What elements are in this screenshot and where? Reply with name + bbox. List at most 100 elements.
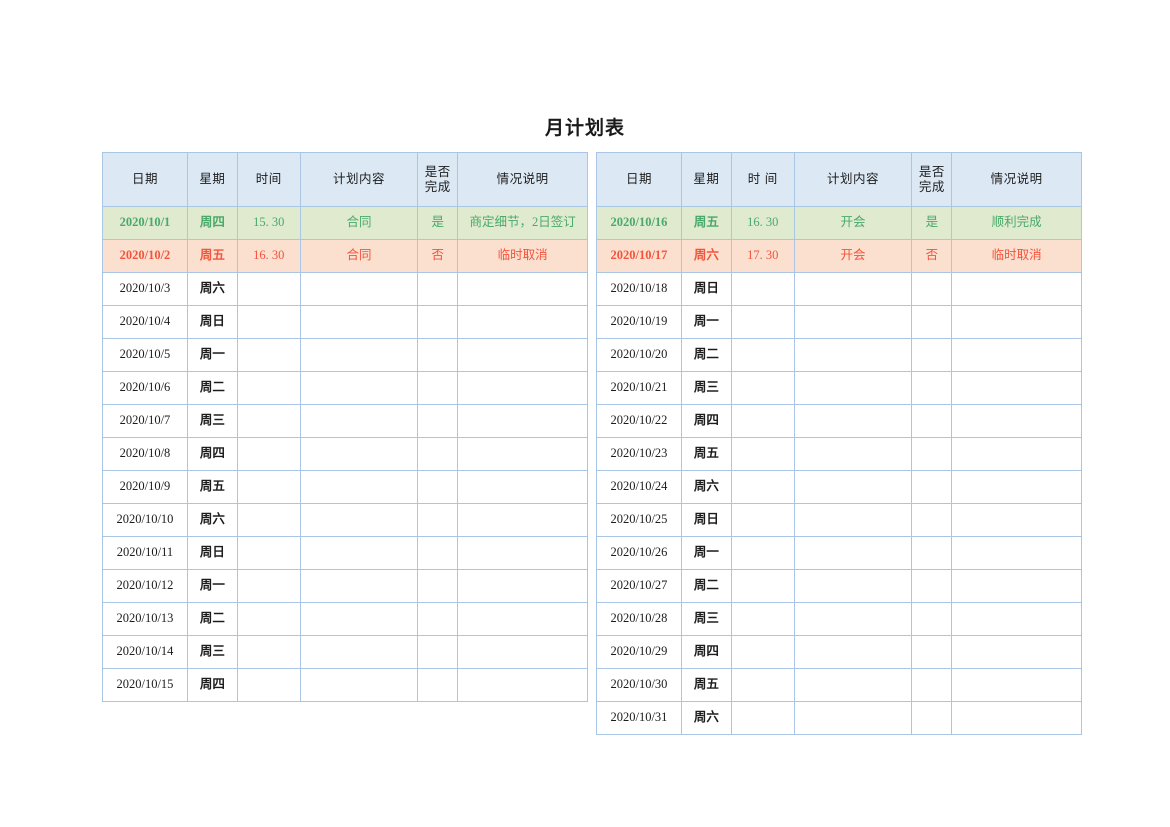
cell-weekday[interactable]: 周一	[680, 305, 732, 339]
cell-date[interactable]: 2020/10/19	[596, 305, 682, 339]
cell-weekday[interactable]: 周二	[186, 602, 238, 636]
cell-done[interactable]	[911, 338, 953, 372]
table-row[interactable]: 2020/10/1 周四 15. 30 合同是商定细节，2日签订	[102, 206, 588, 240]
cell-weekday[interactable]: 周六	[186, 503, 238, 537]
cell-content[interactable]	[793, 470, 913, 504]
cell-weekday[interactable]: 周四	[680, 404, 732, 438]
cell-content[interactable]	[299, 470, 419, 504]
table-row[interactable]: 2020/10/11 周日	[102, 536, 588, 570]
cell-content[interactable]	[793, 371, 913, 405]
cell-content[interactable]: 合同	[299, 239, 419, 273]
cell-weekday[interactable]: 周六	[680, 470, 732, 504]
cell-note[interactable]	[457, 668, 588, 702]
cell-weekday[interactable]: 周三	[186, 404, 238, 438]
cell-content[interactable]	[299, 404, 419, 438]
cell-time[interactable]	[236, 437, 301, 471]
cell-done[interactable]	[417, 437, 459, 471]
cell-content[interactable]	[793, 437, 913, 471]
cell-weekday[interactable]: 周四	[186, 668, 238, 702]
table-row[interactable]: 2020/10/3 周六	[102, 272, 588, 306]
cell-content[interactable]	[793, 404, 913, 438]
cell-done[interactable]	[911, 503, 953, 537]
table-row[interactable]: 2020/10/18 周日	[596, 272, 1082, 306]
table-row[interactable]: 2020/10/2 周五 16. 30 合同否临时取消	[102, 239, 588, 273]
cell-done[interactable]	[417, 404, 459, 438]
cell-done[interactable]	[911, 668, 953, 702]
cell-note[interactable]: 临时取消	[457, 239, 588, 273]
cell-note[interactable]	[951, 338, 1082, 372]
cell-done[interactable]	[417, 569, 459, 603]
cell-date[interactable]: 2020/10/10	[102, 503, 188, 537]
cell-weekday[interactable]: 周五	[186, 470, 238, 504]
table-row[interactable]: 2020/10/15 周四	[102, 668, 588, 702]
cell-weekday[interactable]: 周四	[680, 635, 732, 669]
cell-done[interactable]	[911, 305, 953, 339]
cell-done[interactable]	[417, 536, 459, 570]
table-row[interactable]: 2020/10/4 周日	[102, 305, 588, 339]
cell-content[interactable]	[299, 371, 419, 405]
cell-date[interactable]: 2020/10/15	[102, 668, 188, 702]
cell-done[interactable]: 否	[911, 239, 953, 273]
table-row[interactable]: 2020/10/30 周五	[596, 668, 1082, 702]
cell-date[interactable]: 2020/10/5	[102, 338, 188, 372]
cell-note[interactable]	[951, 437, 1082, 471]
cell-note[interactable]	[457, 536, 588, 570]
cell-date[interactable]: 2020/10/29	[596, 635, 682, 669]
cell-date[interactable]: 2020/10/7	[102, 404, 188, 438]
cell-content[interactable]	[299, 635, 419, 669]
cell-done[interactable]	[911, 371, 953, 405]
cell-weekday[interactable]: 周一	[186, 338, 238, 372]
cell-content[interactable]	[793, 338, 913, 372]
cell-time[interactable]	[236, 338, 301, 372]
cell-note[interactable]	[951, 569, 1082, 603]
cell-note[interactable]	[951, 371, 1082, 405]
table-row[interactable]: 2020/10/5 周一	[102, 338, 588, 372]
cell-content[interactable]	[299, 437, 419, 471]
cell-weekday[interactable]: 周日	[680, 503, 732, 537]
cell-content[interactable]	[793, 668, 913, 702]
cell-content[interactable]	[793, 701, 913, 735]
cell-done[interactable]	[417, 503, 459, 537]
cell-time[interactable]: 16. 30	[236, 239, 301, 273]
cell-note[interactable]: 商定细节，2日签订	[457, 206, 588, 240]
cell-weekday[interactable]: 周日	[186, 536, 238, 570]
cell-done[interactable]	[417, 305, 459, 339]
cell-content[interactable]	[299, 503, 419, 537]
table-row[interactable]: 2020/10/12 周一	[102, 569, 588, 603]
cell-time[interactable]	[236, 536, 301, 570]
cell-done[interactable]	[417, 470, 459, 504]
cell-date[interactable]: 2020/10/27	[596, 569, 682, 603]
cell-time[interactable]	[730, 569, 795, 603]
cell-done[interactable]	[417, 602, 459, 636]
cell-date[interactable]: 2020/10/16	[596, 206, 682, 240]
cell-done[interactable]: 是	[911, 206, 953, 240]
cell-content[interactable]	[793, 272, 913, 306]
cell-done[interactable]	[911, 635, 953, 669]
cell-weekday[interactable]: 周四	[186, 206, 238, 240]
cell-time[interactable]	[236, 404, 301, 438]
table-row[interactable]: 2020/10/6 周二	[102, 371, 588, 405]
cell-note[interactable]	[457, 371, 588, 405]
cell-content[interactable]	[793, 305, 913, 339]
cell-note[interactable]	[457, 305, 588, 339]
cell-date[interactable]: 2020/10/31	[596, 701, 682, 735]
cell-weekday[interactable]: 周日	[680, 272, 732, 306]
cell-weekday[interactable]: 周六	[680, 239, 732, 273]
cell-date[interactable]: 2020/10/21	[596, 371, 682, 405]
cell-time[interactable]	[236, 371, 301, 405]
table-row[interactable]: 2020/10/19 周一	[596, 305, 1082, 339]
cell-note[interactable]	[951, 635, 1082, 669]
cell-date[interactable]: 2020/10/22	[596, 404, 682, 438]
cell-content[interactable]	[793, 635, 913, 669]
cell-done[interactable]	[911, 602, 953, 636]
cell-weekday[interactable]: 周二	[680, 569, 732, 603]
cell-done[interactable]	[911, 569, 953, 603]
cell-date[interactable]: 2020/10/26	[596, 536, 682, 570]
cell-done[interactable]	[417, 371, 459, 405]
cell-content[interactable]	[793, 503, 913, 537]
table-row[interactable]: 2020/10/27 周二	[596, 569, 1082, 603]
cell-note[interactable]	[457, 569, 588, 603]
table-row[interactable]: 2020/10/26 周一	[596, 536, 1082, 570]
cell-note[interactable]	[457, 404, 588, 438]
cell-done[interactable]	[911, 701, 953, 735]
